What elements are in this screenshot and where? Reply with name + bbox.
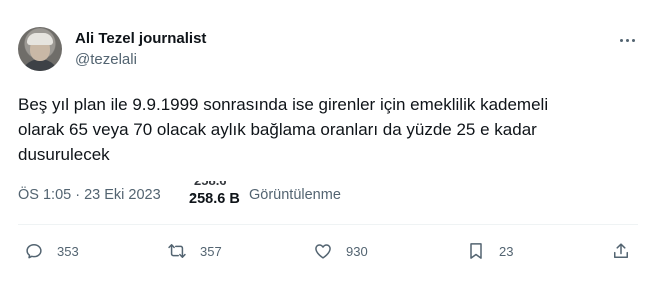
more-dot xyxy=(625,38,629,42)
reply-button[interactable]: 353 xyxy=(24,240,79,262)
tweet-card: Ali Tezel journalist @tezelali Beş yıl p… xyxy=(0,0,655,301)
retweet-count: 357 xyxy=(200,243,222,259)
more-dot xyxy=(631,38,635,42)
like-icon xyxy=(315,244,331,259)
author-display-name[interactable]: Ali Tezel journalist xyxy=(75,30,206,47)
share-icon xyxy=(614,243,628,258)
avatar-hair xyxy=(27,33,53,45)
more-dot xyxy=(619,38,623,42)
avatar[interactable] xyxy=(18,27,62,71)
tweet-text: Beş yıl plan ile 9.9.1999 sonrasında ise… xyxy=(18,95,549,164)
retweet-button[interactable]: 357 xyxy=(167,240,222,262)
tweet-timestamp[interactable]: ÖS 1:05 · 23 Eki 2023 xyxy=(18,187,161,203)
share-button[interactable] xyxy=(611,240,631,262)
views-label[interactable]: Görüntülenme xyxy=(249,187,341,203)
reply-icon xyxy=(26,244,42,259)
more-icon[interactable] xyxy=(615,32,639,48)
bookmark-count: 23 xyxy=(499,243,514,259)
like-button[interactable]: 930 xyxy=(313,240,368,262)
bookmark-icon xyxy=(470,243,482,259)
divider xyxy=(18,224,638,225)
author-handle[interactable]: @tezelali xyxy=(75,51,137,68)
views-count-rolling: 258.6 B xyxy=(194,181,238,187)
bookmark-button[interactable]: 23 xyxy=(466,240,513,262)
views-count[interactable]: 258.6 B xyxy=(189,191,240,207)
views-count-animation: 258.6 B xyxy=(194,181,238,187)
like-count: 930 xyxy=(346,243,368,259)
retweet-icon xyxy=(168,244,186,258)
reply-count: 353 xyxy=(57,243,79,259)
